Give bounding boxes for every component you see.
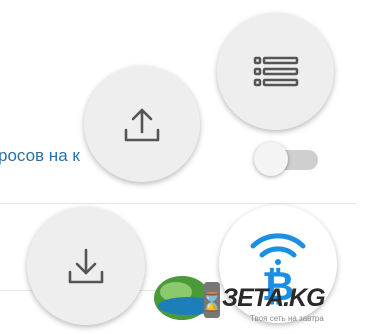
watermark-logo: ⌛ ЗЕТА.KG Твоя сеть на завтра <box>152 272 372 329</box>
upload-button[interactable] <box>84 66 200 182</box>
settings-toggle[interactable] <box>254 142 318 176</box>
download-button[interactable] <box>27 207 145 325</box>
globe-icon: ⌛ <box>154 276 223 320</box>
list-button[interactable] <box>217 13 334 130</box>
toggle-thumb <box>254 142 288 176</box>
list-icon <box>253 56 298 86</box>
settings-row-label: росов на к <box>0 146 80 165</box>
upload-icon <box>124 108 160 142</box>
svg-text:⌛: ⌛ <box>201 291 222 312</box>
watermark-brand: ЗЕТА.KG <box>222 284 326 312</box>
download-icon <box>68 248 104 284</box>
divider <box>0 203 356 204</box>
watermark-tagline: Твоя сеть на завтра <box>250 314 324 323</box>
